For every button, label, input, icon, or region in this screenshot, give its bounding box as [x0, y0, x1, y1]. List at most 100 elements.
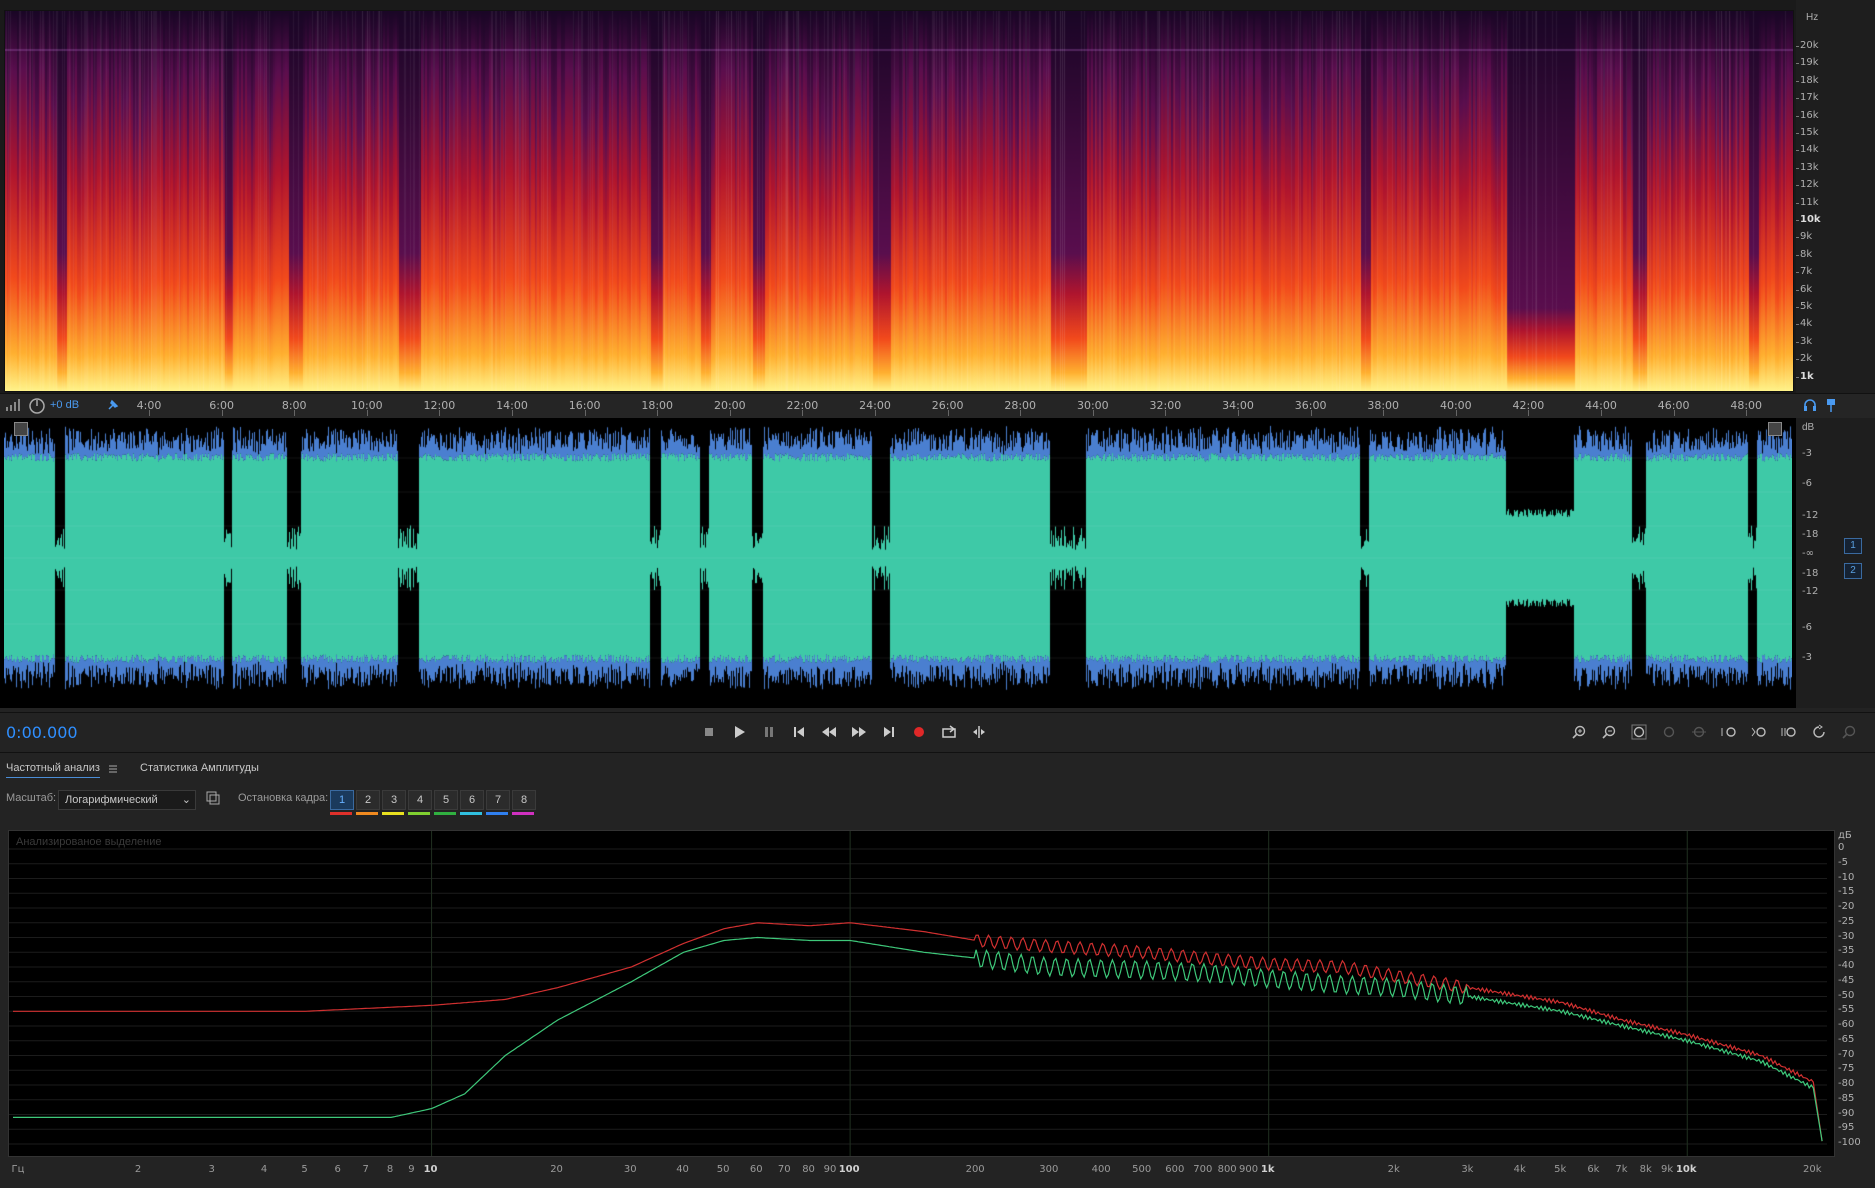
plot-x-tick: 3: [208, 1164, 215, 1175]
plot-db-tick: -55: [1838, 1004, 1855, 1016]
time-tick-mark: [947, 410, 949, 416]
zoom-in-amplitude-icon[interactable]: [1570, 723, 1588, 741]
hz-tick: 20k: [1796, 40, 1819, 51]
db-tick: -3: [1802, 652, 1812, 663]
skip-selection-icon[interactable]: [970, 723, 988, 741]
waveform[interactable]: [4, 418, 1792, 704]
plot-x-tick: 3k: [1461, 1164, 1474, 1175]
scale-dropdown[interactable]: Логарифмический ⌄: [58, 790, 196, 810]
time-tick-mark: [294, 410, 296, 416]
hz-tick: 16k: [1796, 109, 1819, 121]
loop-icon[interactable]: [940, 723, 958, 741]
time-tick-mark: [1746, 410, 1748, 416]
plot-x-tick: 5: [301, 1164, 308, 1175]
fade-in-handle[interactable]: [14, 422, 28, 436]
zoom-selection-icon[interactable]: [1720, 723, 1738, 741]
gain-knob-icon[interactable]: [28, 397, 46, 415]
time-tick-mark: [657, 410, 659, 416]
frame-button-4[interactable]: 4: [408, 790, 432, 810]
fade-out-handle[interactable]: [1768, 422, 1782, 436]
plot-x-tick: Гц: [11, 1164, 25, 1175]
frame-color-swatch: [330, 812, 352, 815]
frame-color-swatch: [486, 812, 508, 815]
plot-x-tick: 600: [1165, 1164, 1185, 1175]
plot-x-tick: 60: [749, 1164, 763, 1175]
time-tick-mark: [1238, 410, 1239, 416]
zoom-reset-icon[interactable]: [1840, 723, 1858, 741]
hz-tick: 2k: [1795, 353, 1813, 365]
time-tick-mark: [439, 410, 441, 416]
frame-button-3[interactable]: 3: [382, 790, 406, 810]
waveform-display[interactable]: [0, 418, 1875, 708]
zoom-in-left-icon[interactable]: [1750, 723, 1768, 741]
spectrogram[interactable]: [4, 10, 1794, 392]
hz-tick: 5k: [1795, 301, 1813, 312]
tab-amplitude-statistics[interactable]: Статистика Амплитуды: [140, 762, 259, 774]
frame-button-7[interactable]: 7: [486, 790, 510, 810]
zoom-in-right-icon[interactable]: [1780, 723, 1798, 741]
panel-menu-icon[interactable]: [108, 763, 118, 773]
pause-icon[interactable]: [760, 723, 778, 741]
plot-frequency-axis: Гц 2 3 4 5 6 7 8 9 10 20 30 40 50 60 70 80 90 100 200 300 400…: [0, 1160, 1875, 1188]
go-to-end-icon[interactable]: [880, 723, 898, 741]
pin-icon[interactable]: [106, 398, 120, 412]
hz-tick: 19k: [1796, 57, 1819, 69]
plot-x-tick: 300: [1039, 1164, 1059, 1175]
tab-frequency-analysis[interactable]: Частотный анализ: [6, 762, 100, 778]
frame-button-5[interactable]: 5: [434, 790, 458, 810]
time-tick-mark: [1383, 410, 1385, 416]
frame-button-1[interactable]: 1: [330, 790, 354, 810]
time-ruler[interactable]: +0 dB 4:00 6:00 8:00 10:00 12:00 14:00 16:00 18…: [0, 393, 1875, 419]
plot-db-tick: -15: [1838, 886, 1855, 898]
plot-db-unit: дБ: [1838, 830, 1852, 841]
frequency-plot[interactable]: [8, 830, 1835, 1157]
plot-x-tick: 7: [362, 1164, 369, 1175]
plot-x-tick: 7k: [1615, 1164, 1628, 1175]
plot-x-tick: 9: [408, 1164, 415, 1175]
plot-db-tick: -20: [1838, 901, 1855, 912]
marker-pin-icon[interactable]: [1824, 397, 1838, 413]
time-display[interactable]: 0:00.000: [6, 723, 78, 742]
time-tick-mark: [149, 410, 150, 416]
frame-button-2[interactable]: 2: [356, 790, 380, 810]
copy-frame-icon[interactable]: [206, 791, 220, 805]
hz-tick: 15k: [1796, 127, 1819, 138]
plot-db-tick: -30: [1838, 930, 1855, 942]
plot-db-tick: -100: [1838, 1137, 1861, 1148]
zoom-in-time-icon[interactable]: [1630, 723, 1648, 741]
zoom-out-time-icon[interactable]: [1660, 723, 1678, 741]
analyzed-selection-label: Анализированое выделение: [16, 836, 162, 848]
plot-db-tick: -70: [1838, 1048, 1855, 1060]
record-icon[interactable]: [910, 723, 928, 741]
frame-button-6[interactable]: 6: [460, 790, 484, 810]
channel-2-toggle[interactable]: 2: [1844, 563, 1862, 579]
plot-x-tick: 4: [260, 1164, 268, 1175]
zoom-full-icon[interactable]: [1690, 723, 1708, 741]
headphones-icon[interactable]: [1802, 397, 1818, 413]
stop-icon[interactable]: [700, 723, 718, 741]
play-icon[interactable]: [730, 723, 748, 741]
rewind-icon[interactable]: [820, 723, 838, 741]
zoom-out-amplitude-icon[interactable]: [1600, 723, 1618, 741]
fast-forward-icon[interactable]: [850, 723, 868, 741]
hz-unit-label: Hz: [1806, 12, 1819, 23]
hz-tick: 6k: [1795, 283, 1813, 295]
spectral-display[interactable]: [0, 0, 1875, 393]
spectrum-line-2: [13, 936, 1823, 1142]
frame-button-8[interactable]: 8: [512, 790, 536, 810]
time-tick-mark: [875, 410, 876, 416]
hz-tick: 14k: [1796, 144, 1819, 156]
gain-value[interactable]: +0 dB: [50, 399, 79, 411]
frame-color-swatch: [434, 812, 456, 815]
frame-color-swatch: [512, 812, 534, 815]
plot-x-tick: 90: [823, 1164, 837, 1175]
plot-x-tick: 20: [550, 1164, 563, 1175]
channel-1-toggle[interactable]: 1: [1844, 538, 1862, 554]
plot-db-tick: -90: [1838, 1107, 1855, 1119]
zoom-out-full-icon[interactable]: [1810, 723, 1828, 741]
plot-db-tick: -80: [1838, 1078, 1855, 1089]
go-to-start-icon[interactable]: [790, 723, 808, 741]
hz-tick: 4k: [1795, 318, 1813, 330]
frame-color-swatch: [382, 812, 404, 815]
frame-color-swatch: [460, 812, 482, 815]
